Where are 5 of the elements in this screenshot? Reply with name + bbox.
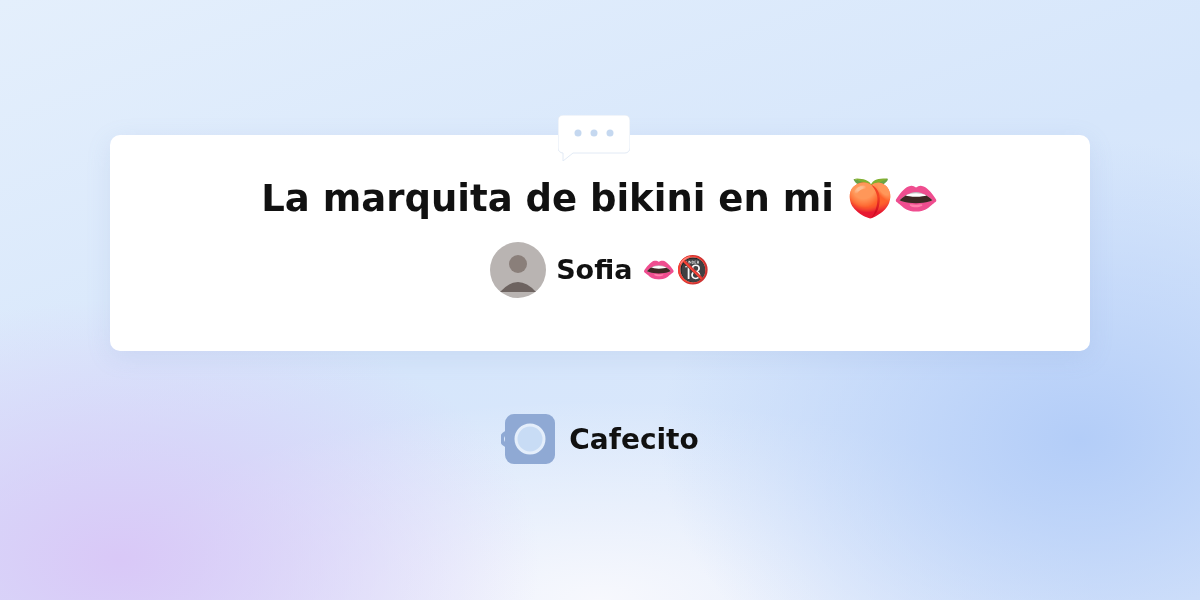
cup-logo-icon	[501, 414, 556, 464]
post-title: La marquita de bikini en mi 🍑👄	[261, 177, 939, 220]
author-name: Sofia 👄🔞	[556, 254, 710, 286]
avatar	[490, 242, 547, 298]
brand-name: Cafecito	[569, 422, 699, 456]
